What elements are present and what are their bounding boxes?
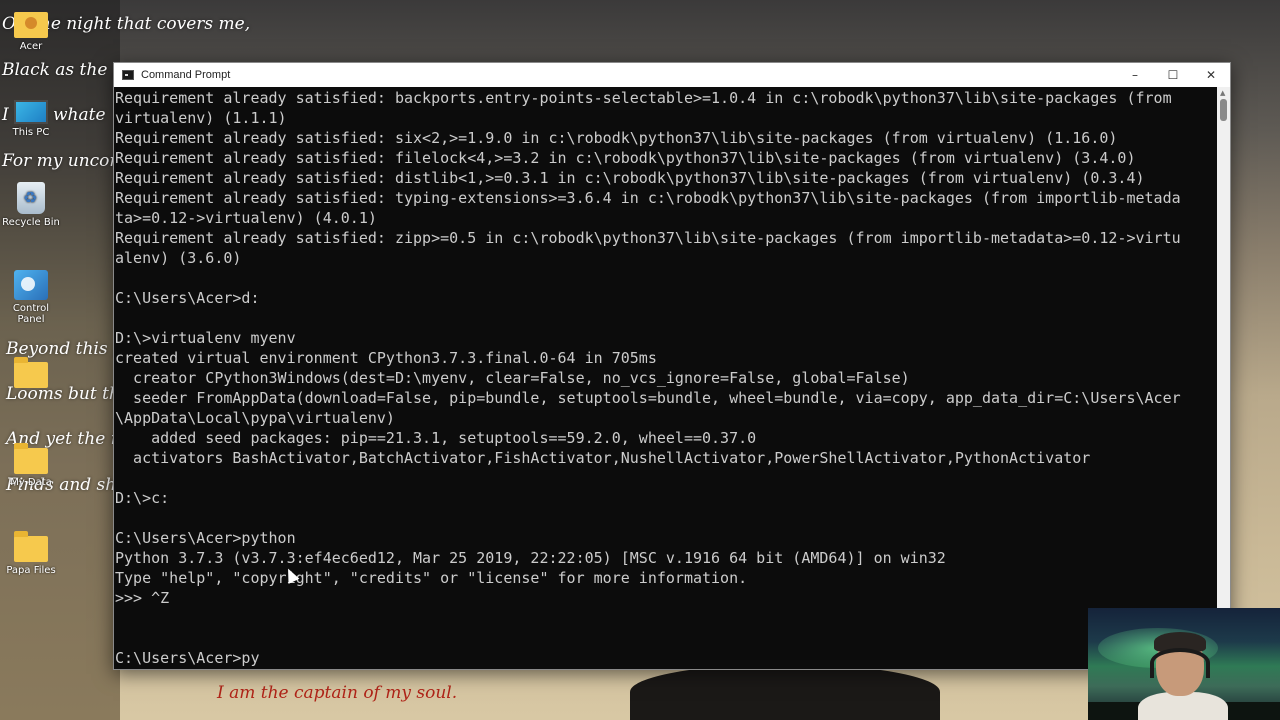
vertical-scrollbar[interactable]: ▲	[1217, 87, 1230, 669]
console-line: created virtual environment CPython3.7.3…	[115, 349, 657, 367]
desktop-icon-label: Papa Files	[6, 565, 56, 576]
close-button[interactable]: ✕	[1192, 63, 1230, 87]
window-titlebar[interactable]: Command Prompt – ☐ ✕	[114, 63, 1230, 87]
console-line: >>> ^Z	[115, 589, 170, 607]
poem-line: Black as the pi	[2, 60, 130, 80]
console-line: Python 3.7.3 (v3.7.3:ef4ec6ed12, Mar 25 …	[115, 549, 946, 567]
folder-icon	[14, 357, 48, 388]
console-line: C:\Users\Acer>d:	[115, 289, 260, 307]
console-line: D:\>virtualenv myenv	[115, 329, 296, 347]
poem-line: For my uncon	[2, 151, 121, 171]
command-prompt-window[interactable]: Command Prompt – ☐ ✕ Requirement already…	[113, 62, 1231, 670]
console-line: C:\Users\Acer>py	[115, 649, 260, 667]
scrollbar-thumb[interactable]	[1220, 99, 1227, 121]
console-line: Requirement already satisfied: typing-ex…	[115, 189, 1181, 207]
scroll-up-arrow-icon[interactable]: ▲	[1220, 89, 1225, 97]
this-pc-icon	[14, 100, 48, 124]
console-line: D:\>c:	[115, 489, 170, 507]
maximize-button[interactable]: ☐	[1154, 63, 1192, 87]
desktop-icon-folder[interactable]	[0, 357, 62, 391]
console-line: Requirement already satisfied: six<2,>=1…	[115, 129, 1118, 147]
console-line: virtualenv) (1.1.1)	[115, 109, 287, 127]
console-line: Requirement already satisfied: filelock<…	[115, 149, 1136, 167]
desktop-icon-label: This PC	[12, 127, 50, 138]
console-line: \AppData\Local\pypa\virtualenv)	[115, 409, 395, 427]
wallpaper-silhouette	[630, 664, 940, 720]
console-line: Type "help", "copyright", "credits" or "…	[115, 569, 748, 587]
console-line: C:\Users\Acer>python	[115, 529, 296, 547]
console-line: Requirement already satisfied: distlib<1…	[115, 169, 1145, 187]
console-line: Requirement already satisfied: zipp>=0.5…	[115, 229, 1181, 247]
desktop-icon-acer[interactable]: Acer	[0, 12, 62, 52]
poem-line: Beyond this p	[6, 339, 124, 359]
desktop-icon-label: My Data	[10, 477, 52, 488]
desktop-icon-label: Acer	[19, 41, 43, 52]
minimize-button[interactable]: –	[1116, 63, 1154, 87]
desktop-icon-this-pc[interactable]: This PC	[0, 100, 62, 138]
console-line: added seed packages: pip==21.3.1, setupt…	[115, 429, 757, 447]
desktop-icon-label: Control Panel	[12, 303, 50, 325]
console-output[interactable]: Requirement already satisfied: backports…	[115, 88, 1215, 668]
command-prompt-icon	[122, 70, 134, 80]
desktop-icon-control-panel[interactable]: Control Panel	[0, 270, 62, 325]
console-line: alenv) (3.6.0)	[115, 249, 242, 267]
poem-bottom-line: I am the captain of my soul.	[217, 683, 458, 703]
control-panel-icon	[14, 270, 48, 300]
desktop-icon-my-data[interactable]: My Data	[0, 443, 62, 488]
console-line: Requirement already satisfied: backports…	[115, 89, 1172, 107]
folder-icon	[14, 443, 48, 474]
webcam-person-body	[1138, 692, 1228, 720]
folder-icon	[14, 531, 48, 562]
recycle-bin-icon	[17, 182, 45, 214]
webcam-overlay	[1088, 608, 1280, 720]
desktop-icon-label: Recycle Bin	[2, 217, 60, 228]
window-title: Command Prompt	[141, 69, 231, 81]
console-line: activators BashActivator,BatchActivator,…	[115, 449, 1091, 467]
console-line: creator CPython3Windows(dest=D:\myenv, c…	[115, 369, 910, 387]
desktop-icon-recycle-bin[interactable]: Recycle Bin	[0, 182, 62, 228]
console-line: ta>=0.12->virtualenv) (4.0.1)	[115, 209, 377, 227]
console-line: seeder FromAppData(download=False, pip=b…	[115, 389, 1181, 407]
user-folder-icon	[14, 12, 48, 38]
headset-icon	[1150, 648, 1210, 678]
desktop-icon-papa-files[interactable]: Papa Files	[0, 531, 62, 576]
